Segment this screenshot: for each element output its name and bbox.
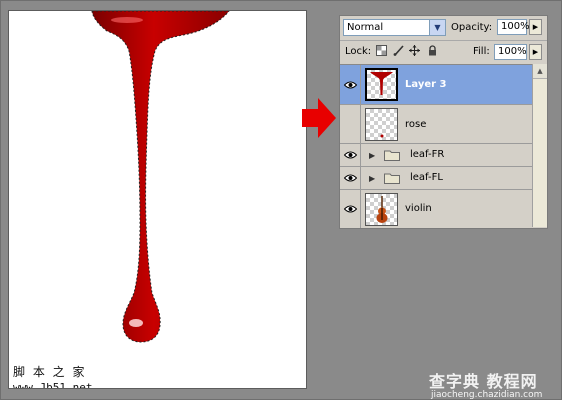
layer-name: Layer 3 [405,79,447,90]
move-icon[interactable] [409,45,420,56]
checker-icon[interactable] [376,45,387,56]
watermark-jb51-url: www.Jb51.net [13,381,93,388]
layer-name: rose [405,119,427,130]
visibility-toggle[interactable] [340,167,361,189]
red-arrow-icon [302,98,336,138]
opacity-input[interactable]: 100% [497,19,530,35]
blend-mode-value: Normal [347,22,384,33]
visibility-toggle[interactable] [340,65,361,104]
brush-icon[interactable] [393,45,404,56]
layers-scrollbar[interactable]: ▲ [532,64,547,227]
folder-icon [384,150,400,161]
layer-name: leaf-FR [410,149,445,160]
layers-panel: Normal ▼ Opacity: 100% ▶ Lock: Fill: 100… [339,15,548,229]
layer-name: violin [405,203,432,214]
drip-highlight [129,319,143,327]
blood-drip-shape [91,11,230,343]
eye-icon [344,81,357,88]
folder-icon [384,173,400,184]
layer-row-violin[interactable]: violin [340,190,532,228]
document-canvas[interactable]: 脚 本 之 家 www.Jb51.net [8,10,307,389]
visibility-toggle[interactable] [340,144,361,166]
layer-group-leaf-fl[interactable]: ▶ leaf-FL [340,167,532,190]
visibility-toggle[interactable] [340,105,361,143]
layers-list: Layer 3 rose ▶ leaf-FR ▶ leaf-FL violin [340,64,532,228]
expand-triangle-icon[interactable]: ▶ [369,174,375,183]
fill-input[interactable]: 100% [494,44,527,60]
watermark-jb51-cn: 脚 本 之 家 [13,365,87,379]
layer-row-layer-3[interactable]: Layer 3 [340,65,532,105]
visibility-toggle[interactable] [340,190,361,228]
blend-opacity-row: Normal ▼ Opacity: 100% ▶ [340,16,547,40]
layer-group-leaf-fr[interactable]: ▶ leaf-FR [340,144,532,167]
lock-fill-row: Lock: Fill: 100% ▶ [340,40,547,63]
eye-icon [344,174,357,182]
layer-thumbnail [365,193,398,226]
chevron-down-icon[interactable]: ▼ [429,20,445,35]
lock-label: Lock: [345,46,372,57]
eye-icon [344,151,357,159]
layer-row-rose[interactable]: rose [340,105,532,144]
opacity-label: Opacity: [451,22,493,33]
padlock-icon[interactable] [427,45,438,56]
blend-mode-select[interactable]: Normal ▼ [343,19,446,36]
expand-triangle-icon[interactable]: ▶ [369,151,375,160]
watermark-chazidian-url: jiaocheng.chazidian.com [431,390,543,400]
layer-thumbnail [365,68,398,101]
blood-drip-artwork [91,11,230,343]
eye-icon [344,205,357,213]
layer-name: leaf-FL [410,172,443,183]
fill-label: Fill: [473,46,490,57]
watermark-chazidian: 查字典 教程网 jiaocheng.chazidian.com [429,368,542,400]
opacity-stepper-icon[interactable]: ▶ [529,19,542,35]
scroll-up-icon[interactable]: ▲ [533,64,547,79]
fill-stepper-icon[interactable]: ▶ [529,44,542,60]
watermark-chazidian-main: 查字典 教程网 [429,372,538,391]
layer-thumbnail [365,108,398,141]
top-highlight [111,17,143,23]
